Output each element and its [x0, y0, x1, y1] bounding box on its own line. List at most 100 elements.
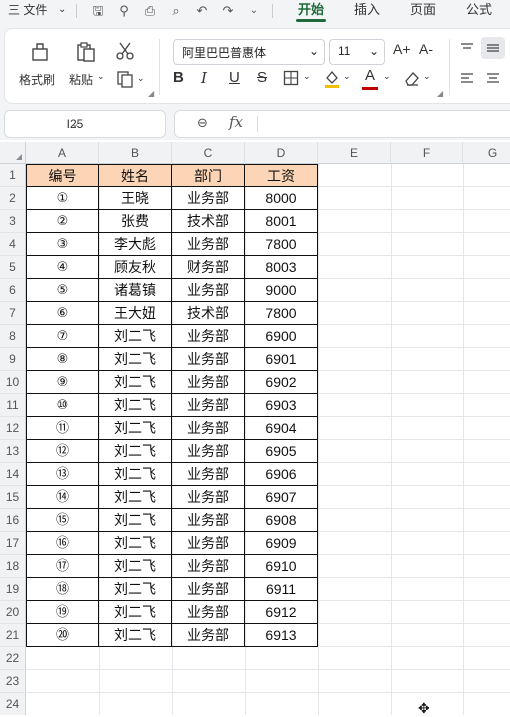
row-header[interactable]: 13: [0, 440, 26, 463]
row-header[interactable]: 10: [0, 371, 26, 394]
align-left-icon[interactable]: [459, 71, 475, 87]
select-all-corner[interactable]: [0, 142, 26, 164]
table-cell[interactable]: 6903: [245, 394, 318, 417]
table-cell[interactable]: 6912: [245, 601, 318, 624]
row-header[interactable]: 18: [0, 555, 26, 578]
column-header[interactable]: B: [99, 142, 172, 164]
paste-icon[interactable]: [75, 41, 97, 63]
column-header[interactable]: A: [26, 142, 99, 164]
print-icon[interactable]: ⎙: [142, 3, 158, 19]
table-cell[interactable]: 业务部: [172, 325, 245, 348]
table-cell[interactable]: 业务部: [172, 233, 245, 256]
eraser-icon[interactable]: [403, 69, 421, 87]
table-cell[interactable]: 8000: [245, 187, 318, 210]
paste-label[interactable]: 粘贴: [69, 71, 93, 88]
clipboard-launcher-icon[interactable]: ◢: [148, 89, 154, 98]
table-cell[interactable]: 刘二飞: [99, 601, 172, 624]
fill-color-chevron-icon[interactable]: ⌄: [343, 71, 351, 82]
column-header[interactable]: C: [172, 142, 245, 164]
table-header-cell[interactable]: 部门: [172, 164, 245, 187]
font-color-chevron-icon[interactable]: ⌄: [383, 71, 391, 82]
column-header[interactable]: D: [245, 142, 318, 164]
italic-button[interactable]: I: [201, 69, 207, 87]
shrink-font-icon[interactable]: A-: [419, 41, 433, 57]
table-cell[interactable]: ⑦: [26, 325, 99, 348]
table-cell[interactable]: 6911: [245, 578, 318, 601]
table-cell[interactable]: 刘二飞: [99, 509, 172, 532]
table-cell[interactable]: ⑲: [26, 601, 99, 624]
column-header[interactable]: E: [318, 142, 391, 164]
table-cell[interactable]: 诸葛镇: [99, 279, 172, 302]
table-cell[interactable]: 刘二飞: [99, 463, 172, 486]
table-cell[interactable]: 李大彪: [99, 233, 172, 256]
strikethrough-button[interactable]: S: [257, 69, 267, 86]
table-cell[interactable]: 业务部: [172, 486, 245, 509]
table-cell[interactable]: ③: [26, 233, 99, 256]
row-header[interactable]: 14: [0, 463, 26, 486]
copy-icon[interactable]: [115, 69, 135, 89]
table-cell[interactable]: 6910: [245, 555, 318, 578]
table-cell[interactable]: ⑮: [26, 509, 99, 532]
row-header[interactable]: 8: [0, 325, 26, 348]
row-header[interactable]: 21: [0, 624, 26, 647]
row-header[interactable]: 9: [0, 348, 26, 371]
table-cell[interactable]: 业务部: [172, 532, 245, 555]
table-cell[interactable]: 技术部: [172, 210, 245, 233]
align-middle-button[interactable]: [481, 37, 505, 59]
table-cell[interactable]: 6900: [245, 325, 318, 348]
table-cell[interactable]: ⑭: [26, 486, 99, 509]
table-cell[interactable]: ①: [26, 187, 99, 210]
eraser-chevron-icon[interactable]: ⌄: [423, 71, 431, 82]
table-cell[interactable]: 业务部: [172, 440, 245, 463]
table-cell[interactable]: 顾友秋: [99, 256, 172, 279]
row-header[interactable]: 7: [0, 302, 26, 325]
table-cell[interactable]: 业务部: [172, 463, 245, 486]
row-header[interactable]: 4: [0, 233, 26, 256]
table-cell[interactable]: ②: [26, 210, 99, 233]
table-cell[interactable]: 6907: [245, 486, 318, 509]
table-cell[interactable]: ⑧: [26, 348, 99, 371]
row-header[interactable]: 5: [0, 256, 26, 279]
column-header[interactable]: G: [463, 142, 510, 164]
table-cell[interactable]: 6905: [245, 440, 318, 463]
file-menu[interactable]: 三 文件: [8, 0, 47, 22]
table-cell[interactable]: 6906: [245, 463, 318, 486]
row-header[interactable]: 22: [0, 647, 26, 670]
underline-button[interactable]: U: [229, 69, 240, 86]
table-cell[interactable]: ⑳: [26, 624, 99, 647]
row-header[interactable]: 11: [0, 394, 26, 417]
file-menu-chevron-icon[interactable]: ⌄: [58, 0, 66, 22]
row-header[interactable]: 1: [0, 164, 26, 187]
table-cell[interactable]: 王大妞: [99, 302, 172, 325]
fill-color-icon[interactable]: [323, 69, 341, 89]
table-cell[interactable]: 业务部: [172, 578, 245, 601]
table-cell[interactable]: 刘二飞: [99, 578, 172, 601]
table-cell[interactable]: 技术部: [172, 302, 245, 325]
table-cell[interactable]: ⑯: [26, 532, 99, 555]
table-cell[interactable]: 刘二飞: [99, 440, 172, 463]
redo-icon[interactable]: ↷: [220, 3, 236, 19]
table-cell[interactable]: 刘二飞: [99, 371, 172, 394]
table-cell[interactable]: 刘二飞: [99, 555, 172, 578]
row-header[interactable]: 2: [0, 187, 26, 210]
print-preview-icon[interactable]: ⌕: [168, 3, 184, 19]
table-cell[interactable]: 业务部: [172, 187, 245, 210]
table-cell[interactable]: 刘二飞: [99, 394, 172, 417]
spreadsheet-grid[interactable]: ABCDEFG 1 2 3 4 5 6 7 8 9 10 11 12 13 14 15 16 17 18 19 20 2…: [0, 142, 510, 715]
table-cell[interactable]: 6908: [245, 509, 318, 532]
table-cell[interactable]: 9000: [245, 279, 318, 302]
table-cell[interactable]: ⑥: [26, 302, 99, 325]
table-cell[interactable]: 刘二飞: [99, 325, 172, 348]
tab-insert[interactable]: 插入: [354, 0, 380, 22]
table-cell[interactable]: 业务部: [172, 394, 245, 417]
tab-page[interactable]: 页面: [410, 0, 436, 22]
row-header[interactable]: 15: [0, 486, 26, 509]
align-center-icon[interactable]: [485, 71, 501, 87]
table-header-cell[interactable]: 工资: [245, 164, 318, 187]
table-cell[interactable]: 业务部: [172, 279, 245, 302]
format-painter-icon[interactable]: [29, 41, 51, 63]
table-header-cell[interactable]: 姓名: [99, 164, 172, 187]
table-cell[interactable]: 6904: [245, 417, 318, 440]
table-cell[interactable]: 7800: [245, 233, 318, 256]
table-cell[interactable]: 6901: [245, 348, 318, 371]
